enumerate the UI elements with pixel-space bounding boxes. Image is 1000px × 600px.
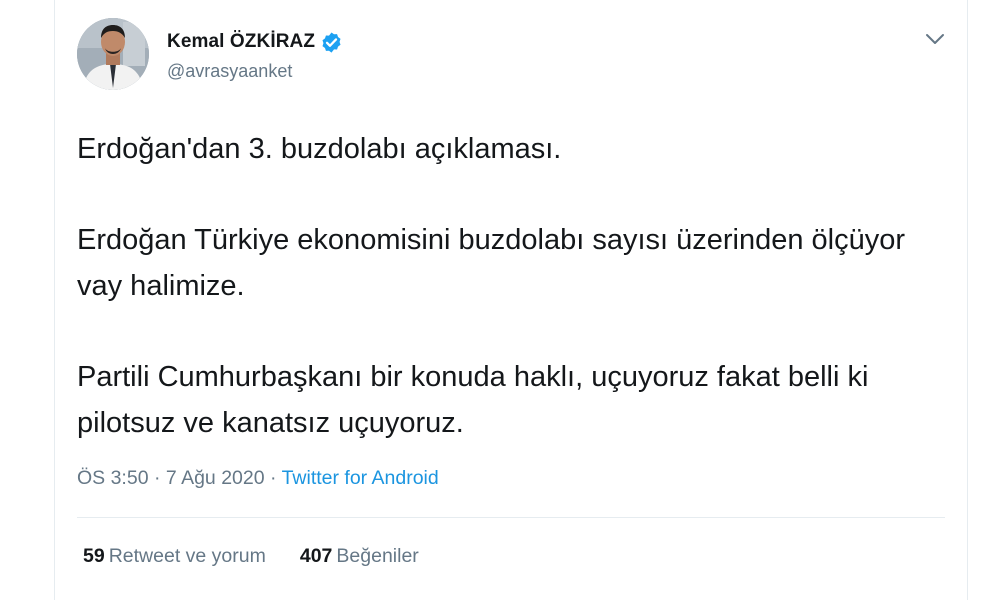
tweet-date[interactable]: 7 Ağu 2020 bbox=[166, 467, 265, 489]
tweet-paragraph: Erdoğan Türkiye ekonomisini buzdolabı sa… bbox=[77, 224, 906, 302]
avatar[interactable] bbox=[77, 18, 149, 90]
tweet-source-link[interactable]: Twitter for Android bbox=[282, 467, 439, 489]
retweets-label: Retweet ve yorum bbox=[108, 545, 266, 567]
author-handle[interactable]: @avrasyaanket bbox=[167, 61, 343, 82]
likes-stat[interactable]: 407 Beğeniler bbox=[300, 545, 419, 568]
verified-badge-icon bbox=[320, 31, 343, 54]
divider bbox=[77, 517, 945, 518]
tweet-paragraph: Erdoğan'dan 3. buzdolabı açıklaması. bbox=[77, 133, 562, 165]
meta-separator: · bbox=[270, 467, 277, 489]
retweets-count: 59 bbox=[83, 545, 105, 567]
likes-label: Beğeniler bbox=[336, 545, 419, 567]
meta-separator: · bbox=[153, 467, 161, 489]
retweets-stat[interactable]: 59 Retweet ve yorum bbox=[83, 545, 266, 568]
tweet-card: Kemal ÖZKİRAZ @avrasyaanket Erdoğan'dan … bbox=[54, 0, 968, 600]
author-block: Kemal ÖZKİRAZ @avrasyaanket bbox=[167, 28, 343, 82]
likes-count: 407 bbox=[299, 545, 333, 567]
tweet-paragraph: Partili Cumhurbaşkanı bir konuda haklı, … bbox=[77, 361, 869, 439]
tweet-text: Erdoğan'dan 3. buzdolabı açıklaması. Erd… bbox=[77, 126, 957, 446]
avatar-photo bbox=[77, 18, 149, 90]
author-name[interactable]: Kemal ÖZKİRAZ bbox=[167, 31, 315, 53]
tweet-time[interactable]: ÖS 3:50 bbox=[77, 467, 149, 489]
chevron-down-icon[interactable] bbox=[925, 32, 945, 46]
tweet-meta: ÖS 3:50 · 7 Ağu 2020 · Twitter for Andro… bbox=[77, 467, 439, 490]
tweet-stats: 59 Retweet ve yorum 407 Beğeniler bbox=[83, 545, 453, 568]
